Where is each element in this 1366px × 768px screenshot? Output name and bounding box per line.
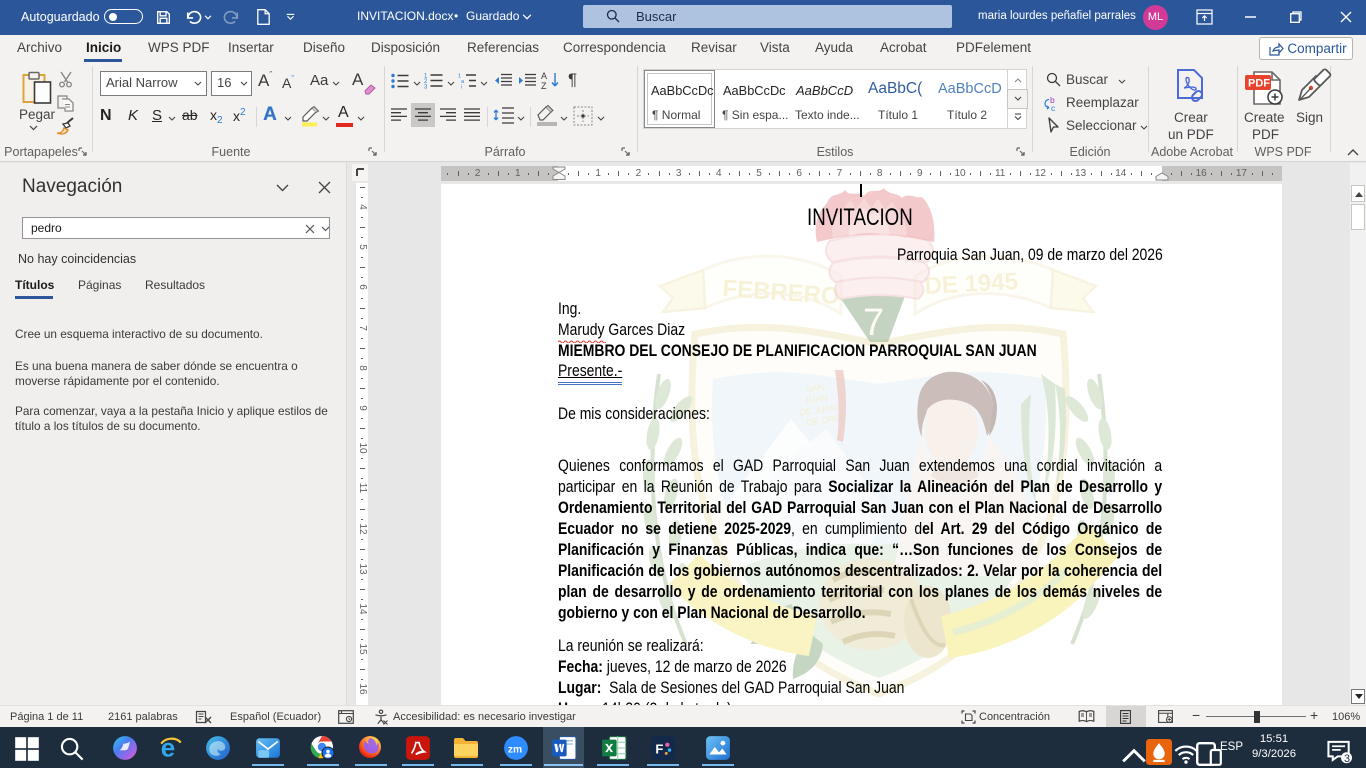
svg-text:F: F [655, 741, 663, 756]
svg-text:Z: Z [541, 81, 547, 90]
svg-text:3: 3 [424, 85, 428, 90]
svg-text:DE 1945: DE 1945 [924, 268, 1019, 300]
svg-text:3: 3 [1344, 753, 1350, 765]
svg-text:c: c [1051, 103, 1056, 112]
svg-text:7: 7 [863, 302, 884, 344]
svg-text:zm: zm [508, 744, 522, 755]
svg-text:i: i [461, 85, 462, 90]
svg-text:PDF: PDF [1248, 78, 1270, 90]
svg-text:A: A [541, 71, 547, 81]
